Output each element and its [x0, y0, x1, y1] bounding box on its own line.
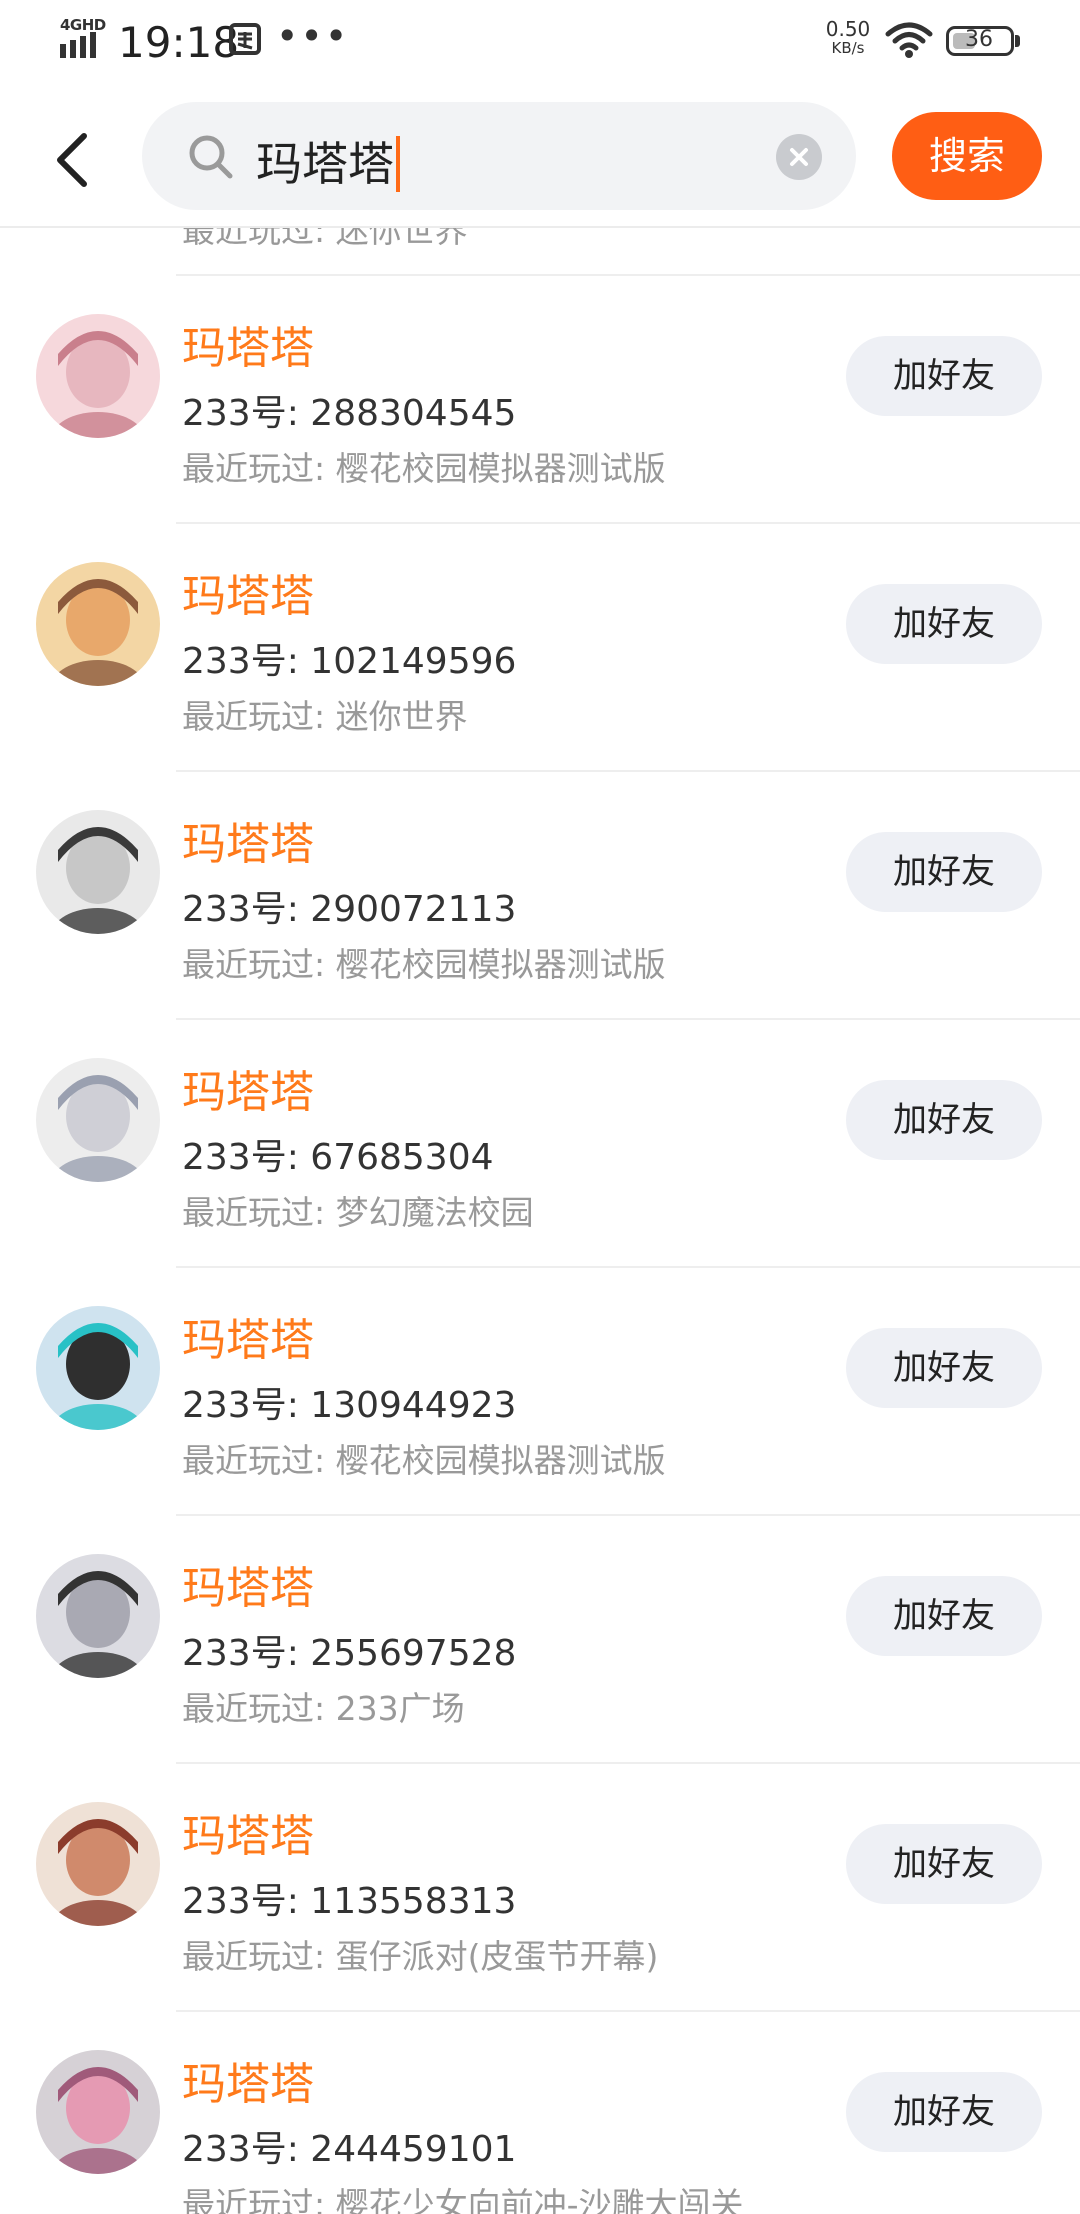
- signal-icon: [60, 32, 96, 58]
- recent-played: 最近玩过: 樱花少女向前冲-沙雕大闯关: [182, 2185, 744, 2214]
- recent-played: 最近玩过: 233广场: [182, 1689, 465, 1728]
- search-button[interactable]: 搜索: [892, 112, 1042, 200]
- search-input[interactable]: 玛塔塔: [142, 102, 856, 210]
- user-id: 233号: 290072113: [182, 889, 517, 930]
- list-item[interactable]: 玛塔塔 233号: 288304545 最近玩过: 樱花校园模拟器测试版 加好友: [0, 276, 1080, 524]
- user-name[interactable]: 玛塔塔: [182, 2048, 314, 2112]
- clock: 19:18: [118, 18, 240, 67]
- status-bar: 4GHD 19:18 ••• 0.50 KB/s 36: [0, 0, 1080, 86]
- add-friend-button[interactable]: 加好友: [846, 1576, 1042, 1656]
- add-friend-button[interactable]: 加好友: [846, 832, 1042, 912]
- add-friend-button[interactable]: 加好友: [846, 1328, 1042, 1408]
- user-id: 233号: 67685304: [182, 1137, 494, 1178]
- list-item[interactable]: 玛塔塔 233号: 244459101 最近玩过: 樱花少女向前冲-沙雕大闯关 加好友: [0, 2012, 1080, 2214]
- text-cursor: [396, 136, 400, 192]
- avatar[interactable]: [36, 1554, 160, 1678]
- avatar[interactable]: [36, 314, 160, 438]
- list-item[interactable]: 玛塔塔 233号: 102149596 最近玩过: 迷你世界 加好友: [0, 524, 1080, 772]
- recent-played: 最近玩过: 迷你世界: [182, 697, 468, 736]
- avatar[interactable]: [36, 2050, 160, 2174]
- user-name[interactable]: 玛塔塔: [182, 1552, 314, 1616]
- recent-played: 最近玩过: 樱花校园模拟器测试版: [182, 1441, 666, 1480]
- battery-icon: 36: [946, 26, 1020, 58]
- wifi-icon: [885, 22, 933, 58]
- user-id: 233号: 113558313: [182, 1881, 517, 1922]
- avatar[interactable]: [36, 1306, 160, 1430]
- avatar[interactable]: [36, 1058, 160, 1182]
- user-name[interactable]: 玛塔塔: [182, 560, 314, 624]
- user-id: 233号: 102149596: [182, 641, 517, 682]
- add-friend-button[interactable]: 加好友: [846, 1824, 1042, 1904]
- battery-level: 36: [965, 27, 993, 52]
- search-results-list[interactable]: 最近玩过: 迷你世界 玛塔塔 233号: 288304545 最近玩过: 樱花校园模…: [0, 228, 1080, 2214]
- network-speed: 0.50 KB/s: [818, 17, 878, 58]
- speed-unit: KB/s: [831, 39, 865, 57]
- recent-played: 最近玩过: 樱花校园模拟器测试版: [182, 449, 666, 488]
- clear-search-button[interactable]: [776, 134, 822, 180]
- add-friend-button[interactable]: 加好友: [846, 336, 1042, 416]
- chevron-left-icon: [57, 133, 87, 187]
- app-notification-icon: [229, 23, 261, 55]
- add-friend-button[interactable]: 加好友: [846, 1080, 1042, 1160]
- user-id: 233号: 130944923: [182, 1385, 517, 1426]
- user-name[interactable]: 玛塔塔: [182, 312, 314, 376]
- back-button[interactable]: [50, 130, 94, 190]
- more-notifications-icon: •••: [276, 14, 350, 58]
- user-id: 233号: 244459101: [182, 2129, 517, 2170]
- list-item[interactable]: 玛塔塔 233号: 67685304 最近玩过: 梦幻魔法校园 加好友: [0, 1020, 1080, 1268]
- avatar[interactable]: [36, 1802, 160, 1926]
- user-name[interactable]: 玛塔塔: [182, 1800, 314, 1864]
- list-item[interactable]: 玛塔塔 233号: 130944923 最近玩过: 樱花校园模拟器测试版 加好友: [0, 1268, 1080, 1516]
- speed-value: 0.50: [825, 17, 871, 41]
- add-friend-button[interactable]: 加好友: [846, 2072, 1042, 2152]
- avatar[interactable]: [36, 562, 160, 686]
- user-id: 233号: 288304545: [182, 393, 517, 434]
- list-item[interactable]: 玛塔塔 233号: 290072113 最近玩过: 樱花校园模拟器测试版 加好友: [0, 772, 1080, 1020]
- user-name[interactable]: 玛塔塔: [182, 808, 314, 872]
- partial-list-item[interactable]: 最近玩过: 迷你世界: [0, 228, 1080, 276]
- search-query[interactable]: 玛塔塔: [256, 128, 400, 194]
- recent-played: 最近玩过: 迷你世界: [182, 228, 468, 250]
- user-name[interactable]: 玛塔塔: [182, 1056, 314, 1120]
- recent-played: 最近玩过: 樱花校园模拟器测试版: [182, 945, 666, 984]
- avatar[interactable]: [36, 810, 160, 934]
- close-icon: [790, 148, 808, 166]
- list-item[interactable]: 玛塔塔 233号: 255697528 最近玩过: 233广场 加好友: [0, 1516, 1080, 1764]
- recent-played: 最近玩过: 蛋仔派对(皮蛋节开幕): [182, 1937, 659, 1976]
- list-item[interactable]: 玛塔塔 233号: 113558313 最近玩过: 蛋仔派对(皮蛋节开幕) 加好友: [0, 1764, 1080, 2012]
- search-icon: [189, 135, 233, 179]
- recent-played: 最近玩过: 梦幻魔法校园: [182, 1193, 534, 1232]
- search-query-text: 玛塔塔: [256, 137, 394, 191]
- user-id: 233号: 255697528: [182, 1633, 517, 1674]
- search-header: 玛塔塔 搜索: [0, 86, 1080, 228]
- add-friend-button[interactable]: 加好友: [846, 584, 1042, 664]
- user-name[interactable]: 玛塔塔: [182, 1304, 314, 1368]
